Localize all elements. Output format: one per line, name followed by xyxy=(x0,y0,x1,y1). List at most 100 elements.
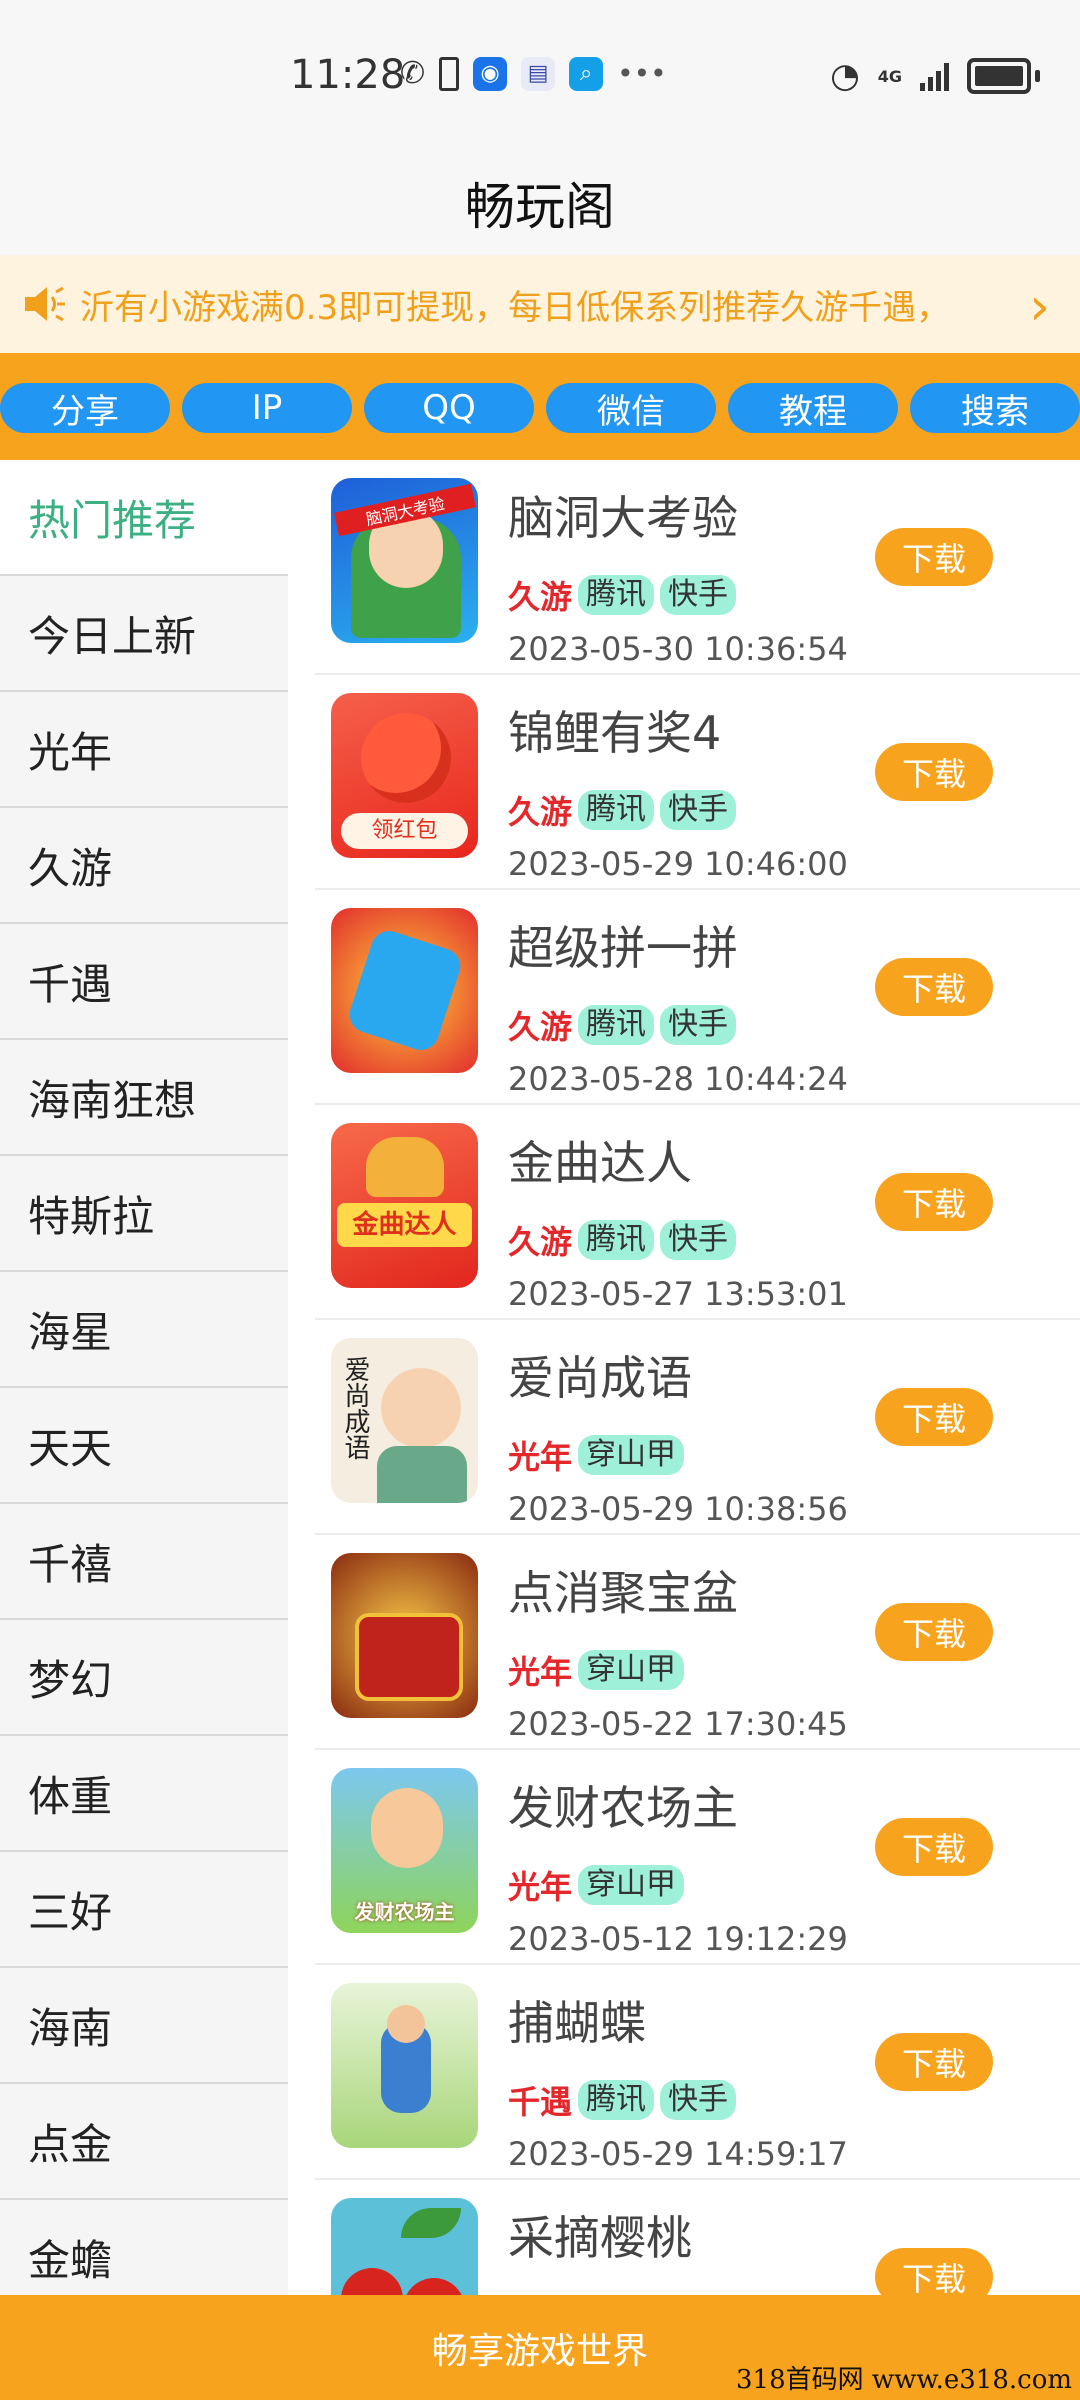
download-button[interactable]: 下载 xyxy=(875,2033,993,2091)
game-date: 2023-05-30 10:36:54 xyxy=(508,630,848,668)
system-icons: ◔ 4G xyxy=(830,56,1040,96)
game-item[interactable]: 领红包 锦鲤有奖4 久游 腾讯 快手 2023-05-29 10:46:00 下… xyxy=(315,675,1080,890)
tab-ip[interactable]: IP xyxy=(182,383,352,433)
game-name: 脑洞大考验 xyxy=(508,491,738,545)
battery-saver-icon xyxy=(439,56,460,91)
game-item[interactable]: 超级拼一拼 久游 腾讯 快手 2023-05-28 10:44:24 下载 xyxy=(315,890,1080,1105)
tieba-app-icon: ▤ xyxy=(521,56,556,91)
download-button[interactable]: 下载 xyxy=(875,743,993,801)
game-date: 2023-05-29 10:46:00 xyxy=(508,845,848,883)
missed-call-icon: ✆ xyxy=(400,56,426,91)
status-time: 11:28 xyxy=(290,52,406,98)
game-tags: 光年 穿山甲 xyxy=(508,1647,685,1693)
platform-label: 千遇 xyxy=(508,2083,573,2121)
tab-search[interactable]: 搜索 xyxy=(910,383,1080,433)
game-tags: 久游 腾讯 快手 xyxy=(508,787,737,833)
app-header: 畅玩阁 xyxy=(0,150,1080,255)
sidebar-item-menghuan[interactable]: 梦幻 xyxy=(0,1620,288,1736)
sidebar-item-jiuyou[interactable]: 久游 xyxy=(0,808,288,924)
game-icon-banner: 发财农场主 xyxy=(354,1900,455,1924)
sidebar-item-hot[interactable]: 热门推荐 xyxy=(0,460,288,576)
game-date: 2023-05-22 17:30:45 xyxy=(508,1705,848,1743)
game-date: 2023-05-27 13:53:01 xyxy=(508,1275,848,1313)
game-item[interactable]: 点消聚宝盆 光年 穿山甲 2023-05-22 17:30:45 下载 xyxy=(315,1535,1080,1750)
site-watermark: 318首码网 www.e318.com xyxy=(736,2365,1072,2395)
chevron-right-icon[interactable]: › xyxy=(1029,277,1050,337)
game-tags: 千遇 腾讯 快手 xyxy=(508,2077,737,2123)
battery-icon xyxy=(967,58,1031,94)
signal-icon xyxy=(920,61,949,91)
game-item[interactable]: 发财农场主 发财农场主 光年 穿山甲 2023-05-12 19:12:29 下… xyxy=(315,1750,1080,1965)
tab-wechat[interactable]: 微信 xyxy=(546,383,716,433)
game-icon-banner: 领红包 xyxy=(341,813,468,849)
platform-label: 光年 xyxy=(508,1868,573,1906)
game-tags: 光年 穿山甲 xyxy=(508,1432,685,1478)
download-button[interactable]: 下载 xyxy=(875,528,993,586)
game-item[interactable]: 脑洞大考验 脑洞大考验 久游 腾讯 快手 2023-05-30 10:36:54… xyxy=(315,460,1080,675)
download-button[interactable]: 下载 xyxy=(875,1818,993,1876)
game-item[interactable]: 采摘樱桃 千遇 腾讯 快手 下载 xyxy=(315,2180,1080,2295)
tag-chip: 穿山甲 xyxy=(578,1865,685,1905)
game-item[interactable]: 捕蝴蝶 千遇 腾讯 快手 2023-05-29 14:59:17 下载 xyxy=(315,1965,1080,2180)
game-name: 爱尚成语 xyxy=(508,1351,692,1405)
game-name: 超级拼一拼 xyxy=(508,921,738,975)
game-item[interactable]: 爱尚成语 爱尚成语 光年 穿山甲 2023-05-29 10:38:56 下载 xyxy=(315,1320,1080,1535)
sidebar-item-guangnian[interactable]: 光年 xyxy=(0,692,288,808)
sidebar-item-tizhong[interactable]: 体重 xyxy=(0,1736,288,1852)
game-icon-butterfly xyxy=(331,1983,478,2148)
download-button[interactable]: 下载 xyxy=(875,1388,993,1446)
game-icon-treasure-bowl xyxy=(331,1553,478,1718)
tag-chip: 腾讯 xyxy=(578,1220,655,1260)
download-button[interactable]: 下载 xyxy=(875,1603,993,1661)
tab-tutorial[interactable]: 教程 xyxy=(728,383,898,433)
platform-label: 久游 xyxy=(508,1008,573,1046)
game-tags: 久游 腾讯 快手 xyxy=(508,1002,737,1048)
tag-chip: 快手 xyxy=(660,2080,737,2120)
tag-chip: 快手 xyxy=(660,1005,737,1045)
sidebar-item-dianjin[interactable]: 点金 xyxy=(0,2084,288,2200)
search-app-icon: ⌕ xyxy=(569,56,604,91)
download-button[interactable]: 下载 xyxy=(875,958,993,1016)
tab-qq[interactable]: QQ xyxy=(364,383,534,433)
notice-text: 沂有小游戏满0.3即可提现，每日低保系列推荐久游千遇， xyxy=(80,287,951,328)
sidebar-item-tesla[interactable]: 特斯拉 xyxy=(0,1156,288,1272)
speaker-icon xyxy=(20,279,70,329)
game-name: 点消聚宝盆 xyxy=(508,1566,738,1620)
sidebar-item-qianxi[interactable]: 千禧 xyxy=(0,1504,288,1620)
sidebar-item-tiantian[interactable]: 天天 xyxy=(0,1388,288,1504)
game-icon-banner: 爱尚成语 xyxy=(340,1356,370,1460)
sidebar-item-haixing[interactable]: 海星 xyxy=(0,1272,288,1388)
sidebar-item-jinchan[interactable]: 金蟾 xyxy=(0,2200,288,2295)
sidebar-item-sanhao[interactable]: 三好 xyxy=(0,1852,288,1968)
game-name: 采摘樱桃 xyxy=(508,2211,692,2265)
status-bar: 11:28 ✆ ◉ ▤ ⌕ ••• ◔ 4G xyxy=(0,0,1080,150)
tab-share[interactable]: 分享 xyxy=(0,383,170,433)
tag-chip: 快手 xyxy=(660,1220,737,1260)
battery-tip xyxy=(1035,70,1040,82)
game-icon-farm-owner: 发财农场主 xyxy=(331,1768,478,1933)
notification-icons: ✆ ◉ ▤ ⌕ ••• xyxy=(400,56,667,91)
game-icon-banner: 金曲达人 xyxy=(337,1203,472,1247)
sidebar-item-hainan-kuangxiang[interactable]: 海南狂想 xyxy=(0,1040,288,1156)
tag-chip: 快手 xyxy=(660,790,737,830)
tag-chip: 腾讯 xyxy=(578,1005,655,1045)
game-tags: 久游 腾讯 快手 xyxy=(508,572,737,618)
game-list: 脑洞大考验 脑洞大考验 久游 腾讯 快手 2023-05-30 10:36:54… xyxy=(315,460,1080,2295)
sidebar-item-hainan[interactable]: 海南 xyxy=(0,1968,288,2084)
wifi-icon: ◔ xyxy=(830,56,860,96)
tag-chip: 穿山甲 xyxy=(578,1650,685,1690)
notice-bar[interactable]: 沂有小游戏满0.3即可提现，每日低保系列推荐久游千遇， › xyxy=(0,255,1080,353)
page-title: 畅玩阁 xyxy=(465,177,615,236)
tag-chip: 腾讯 xyxy=(578,2080,655,2120)
footer-text: 畅享游戏世界 xyxy=(431,2330,648,2372)
tag-chip: 腾讯 xyxy=(578,575,655,615)
game-item[interactable]: 金曲达人 金曲达人 久游 腾讯 快手 2023-05-27 13:53:01 下… xyxy=(315,1105,1080,1320)
platform-label: 久游 xyxy=(508,578,573,616)
tag-chip: 穿山甲 xyxy=(578,1435,685,1475)
game-icon-brain-test: 脑洞大考验 xyxy=(331,478,478,643)
sidebar-item-qianyu[interactable]: 千遇 xyxy=(0,924,288,1040)
sidebar-item-today-new[interactable]: 今日上新 xyxy=(0,576,288,692)
download-button[interactable]: 下载 xyxy=(875,1173,993,1231)
download-button[interactable]: 下载 xyxy=(875,2248,993,2295)
tab-strip: 分享 IP QQ 微信 教程 搜索 xyxy=(0,353,1080,460)
